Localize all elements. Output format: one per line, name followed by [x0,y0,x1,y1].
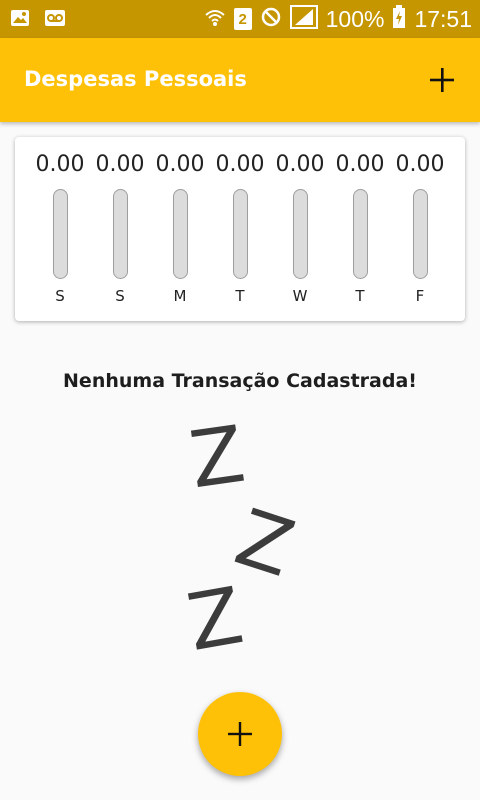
chart-bar-column: 0.00 T [330,137,390,321]
zzz-sleep-image: Z Z Z [180,410,305,669]
bar-track [112,189,128,279]
chart-bar-column: 0.00 S [90,137,150,321]
bar-value-label: 0.00 [335,152,385,177]
chart-bar-column: 0.00 T [210,137,270,321]
empty-state-message: Nenhuma Transação Cadastrada! [63,370,417,392]
bar-track [172,189,188,279]
bar-value-label: 0.00 [215,152,265,177]
bar-track [412,189,428,279]
weekly-chart: 0.00 S 0.00 S 0.00 M 0.00 T 0.00 W 0.00 T 0.00 F [15,137,465,321]
bar-day-label: M [173,287,187,305]
clock: 17:51 [414,5,472,32]
svg-text:Z: Z [185,418,250,506]
bar-day-label: T [235,287,245,305]
voicemail-icon [44,8,66,32]
chart-bar-column: 0.00 S [30,137,90,321]
add-transaction-button[interactable] [424,62,460,98]
bar-value-label: 0.00 [95,152,145,177]
chart-bar-column: 0.00 M [150,137,210,321]
bar-value-label: 0.00 [35,152,85,177]
bar-day-label: S [55,287,65,305]
status-bar: 2 100% 17:51 [0,0,480,38]
bar-day-label: F [415,287,425,305]
sim-2-icon: 2 [233,8,252,30]
chart-bar-column: 0.00 W [270,137,330,321]
weekly-chart-card: 0.00 S 0.00 S 0.00 M 0.00 T 0.00 W 0.00 T 0.00 F [15,137,465,321]
bar-day-label: S [115,287,125,305]
svg-text:Z: Z [225,493,304,595]
chart-bar-column: 0.00 F [390,137,450,321]
battery-percent: 100% [325,5,385,32]
bar-value-label: 0.00 [275,152,325,177]
do-not-disturb-icon [260,6,282,32]
bar-track [352,189,368,279]
battery-charging-icon [392,5,406,33]
bar-track [52,189,68,279]
bar-track [292,189,308,279]
bar-track [232,189,248,279]
floating-add-button[interactable] [198,692,282,776]
app-bar: Despesas Pessoais [0,38,480,122]
bar-day-label: W [292,287,308,305]
svg-text:Z: Z [181,571,249,658]
plus-icon [228,722,252,746]
bar-day-label: T [355,287,365,305]
bar-value-label: 0.00 [395,152,445,177]
signal-icon [289,5,318,33]
app-title: Despesas Pessoais [24,67,247,91]
plus-icon [430,68,454,92]
bar-value-label: 0.00 [155,152,205,177]
gallery-icon [10,8,30,32]
wifi-icon [204,6,226,32]
